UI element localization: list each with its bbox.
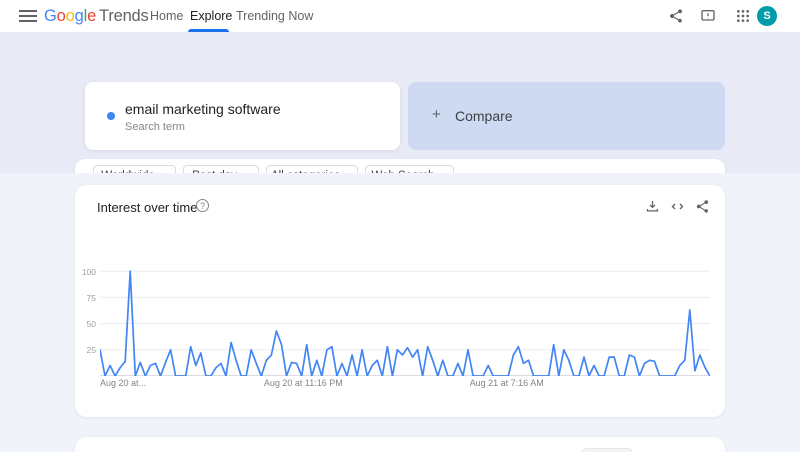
- y-axis-tick-label: 25: [76, 345, 96, 355]
- x-axis-tick-label: Aug 21 at 7:16 AM: [470, 378, 544, 388]
- series-color-dot: [107, 112, 115, 120]
- product-name: Trends: [99, 7, 149, 25]
- google-trends-page: GoogleTrends Home Explore Trending Now S…: [0, 0, 800, 452]
- app-header: GoogleTrends Home Explore Trending Now S: [0, 0, 800, 32]
- tab-explore[interactable]: Explore: [190, 0, 232, 32]
- next-section-card: [75, 437, 725, 452]
- trend-line-chart[interactable]: 255075100Aug 20 at...Aug 20 at 11:16 PMA…: [100, 268, 710, 376]
- plus-icon: +: [432, 106, 441, 123]
- active-tab-underline: [188, 29, 229, 32]
- search-term-text: email marketing software: [125, 101, 281, 117]
- y-axis-tick-label: 75: [76, 293, 96, 303]
- apps-grid-icon[interactable]: [735, 8, 751, 24]
- chart-title: Interest over time: [97, 200, 197, 215]
- avatar[interactable]: S: [757, 6, 777, 26]
- compare-label: Compare: [455, 108, 513, 124]
- search-term-type: Search term: [125, 121, 185, 133]
- chart-share-icon[interactable]: [695, 199, 711, 215]
- tab-home[interactable]: Home: [150, 0, 183, 32]
- help-icon[interactable]: ?: [196, 199, 209, 212]
- tab-trending-now[interactable]: Trending Now: [236, 0, 313, 32]
- interest-over-time-card: Interest over time ? 255075100Aug 20 at.…: [75, 185, 725, 417]
- embed-icon[interactable]: [670, 199, 686, 215]
- main-content: Interest over time ? 255075100Aug 20 at.…: [0, 173, 800, 452]
- compare-button[interactable]: + Compare: [408, 82, 725, 150]
- y-axis-tick-label: 100: [76, 267, 96, 277]
- x-axis-tick-label: Aug 20 at 11:16 PM: [264, 378, 343, 388]
- region-widget-placeholder[interactable]: [582, 448, 633, 452]
- search-term-card[interactable]: email marketing software Search term: [85, 82, 400, 150]
- menu-icon[interactable]: [19, 10, 37, 22]
- x-axis-tick-label: Aug 20 at...: [100, 378, 146, 388]
- y-axis-tick-label: 50: [76, 319, 96, 329]
- feedback-icon[interactable]: [700, 8, 716, 24]
- download-icon[interactable]: [645, 199, 661, 215]
- trend-svg: [100, 268, 710, 376]
- google-wordmark: Google: [44, 7, 96, 25]
- share-icon[interactable]: [668, 8, 684, 24]
- hero: email marketing software Search term + C…: [0, 32, 800, 173]
- google-trends-logo[interactable]: GoogleTrends: [44, 0, 149, 32]
